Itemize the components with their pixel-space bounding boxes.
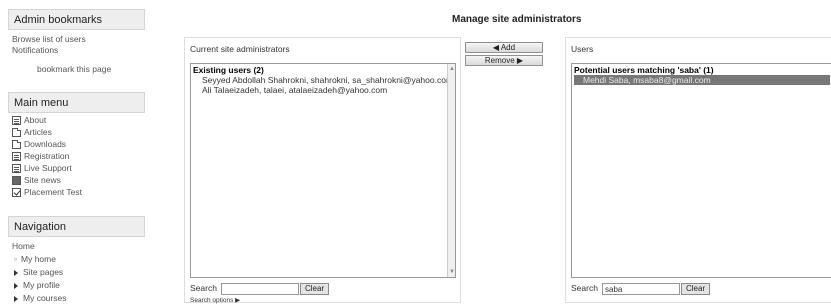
current-admins-list[interactable]: Existing users (2) Seyyed Abdollah Shahr… <box>190 63 456 278</box>
list-item-selected[interactable]: Mehdi Saba, msaba8@gmail.com <box>574 75 830 85</box>
nav-item-my-courses[interactable]: My courses <box>14 293 66 303</box>
menu-item-label: Downloads <box>24 139 67 149</box>
menu-item-site-news[interactable]: Site news <box>12 175 61 185</box>
menu-item-live-support[interactable]: Live Support <box>12 163 72 173</box>
list-item[interactable]: Seyyed Abdollah Shahrokni, shahrokni, sa… <box>191 75 455 85</box>
menu-item-label: Placement Test <box>24 187 82 197</box>
menu-item-label: Site news <box>24 175 61 185</box>
expand-arrow-icon <box>14 282 18 289</box>
admin-bookmarks-header: Admin bookmarks <box>8 9 145 30</box>
main-menu-header: Main menu <box>8 92 145 113</box>
browse-users-link[interactable]: Browse list of users <box>12 34 86 44</box>
users-panel: Users Potential users matching 'saba' (1… <box>565 37 831 303</box>
list-item[interactable]: Ali Talaeizadeh, talaei, atalaeizadeh@ya… <box>191 85 455 95</box>
expand-arrow-icon <box>14 269 18 276</box>
current-search-input[interactable] <box>221 283 299 295</box>
current-admins-label: Current site administrators <box>190 44 290 54</box>
add-button[interactable]: ◀ Add <box>465 42 543 53</box>
menu-item-articles[interactable]: Articles <box>12 127 52 137</box>
menu-item-label: Registration <box>24 151 70 161</box>
search-label: Search <box>571 283 598 293</box>
search-label: Search <box>190 283 217 293</box>
quiz-icon <box>12 187 21 197</box>
folder-icon <box>12 127 21 137</box>
menu-item-about[interactable]: About <box>12 115 46 125</box>
scroll-up-icon: ▲ <box>449 66 455 72</box>
nav-item-label: My courses <box>23 293 67 303</box>
page-icon <box>12 163 21 173</box>
nav-item-my-home[interactable]: ▫ My home <box>14 254 56 264</box>
users-search-input[interactable] <box>602 283 680 295</box>
menu-item-label: About <box>24 115 47 125</box>
users-label: Users <box>571 44 594 54</box>
nav-home-link[interactable]: Home <box>12 241 35 251</box>
expand-arrow-icon <box>14 295 18 302</box>
page-icon <box>12 115 21 125</box>
menu-item-registration[interactable]: Registration <box>12 151 69 161</box>
potential-users-group: Potential users matching 'saba' (1) <box>574 65 714 75</box>
forum-icon <box>12 175 21 185</box>
potential-users-list[interactable]: Potential users matching 'saba' (1) Mehd… <box>571 63 831 278</box>
existing-users-group: Existing users (2) <box>193 65 264 75</box>
folder-icon <box>12 139 21 149</box>
menu-item-label: Articles <box>24 127 52 137</box>
notifications-link[interactable]: Notifications <box>12 45 58 55</box>
navigation-header: Navigation <box>8 216 145 237</box>
bullet-icon: ▫ <box>14 254 18 264</box>
menu-item-label: Live Support <box>24 163 72 173</box>
current-clear-button[interactable]: Clear <box>300 283 330 295</box>
menu-item-downloads[interactable]: Downloads <box>12 139 66 149</box>
nav-item-site-pages[interactable]: Site pages <box>14 267 63 277</box>
remove-button[interactable]: Remove ▶ <box>465 55 543 66</box>
users-clear-button[interactable]: Clear <box>681 283 711 295</box>
nav-item-my-profile[interactable]: My profile <box>14 280 60 290</box>
page-title: Manage site administrators <box>452 14 582 25</box>
scrollbar[interactable]: ▲ ▼ <box>447 64 455 277</box>
page-icon <box>12 151 21 161</box>
scroll-down-icon: ▼ <box>449 269 455 275</box>
nav-item-label: Site pages <box>23 267 64 277</box>
nav-item-label: My home <box>21 254 56 264</box>
nav-item-label: My profile <box>23 280 60 290</box>
bookmark-page-button[interactable]: bookmark this page <box>37 64 111 74</box>
current-admins-panel: Current site administrators Existing use… <box>184 37 461 304</box>
menu-item-placement-test[interactable]: Placement Test <box>12 187 82 197</box>
